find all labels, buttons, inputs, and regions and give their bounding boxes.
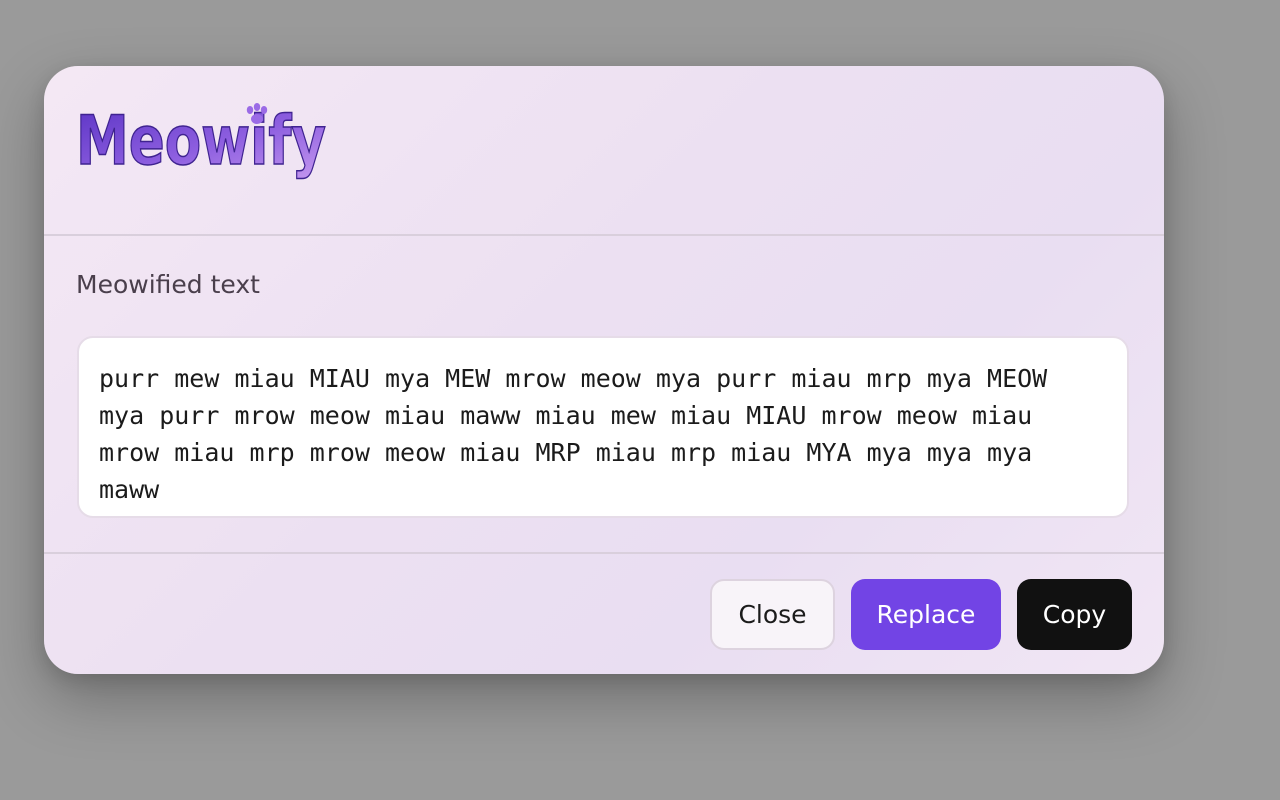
meowify-dialog: Meowify Meowified text purr mew miau MIA… [44,66,1164,674]
close-button[interactable]: Close [710,579,835,650]
section-label: Meowified text [76,270,260,299]
logo-wordmark: Meowify [76,102,326,181]
dialog-header: Meowify [44,66,1164,236]
meowified-output-box[interactable]: purr mew miau MIAU mya MEW mrow meow mya… [77,336,1129,518]
meowify-logo: Meowify [74,102,334,198]
replace-button[interactable]: Replace [851,579,1001,650]
footer-divider [44,552,1164,554]
meowified-text[interactable]: purr mew miau MIAU mya MEW mrow meow mya… [99,360,1107,508]
copy-button[interactable]: Copy [1017,579,1132,650]
